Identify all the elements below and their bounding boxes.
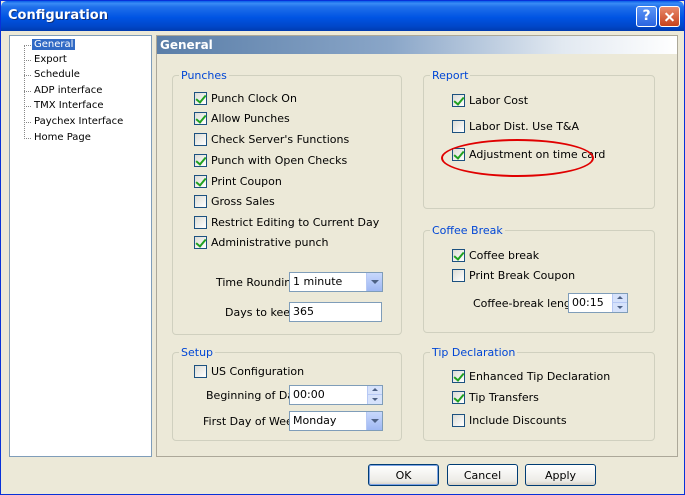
- checkbox-unchecked-icon: [194, 195, 207, 208]
- window-title: Configuration: [8, 8, 108, 23]
- days-to-keep-label: Days to keep: [225, 306, 297, 319]
- checkbox-checked-icon: [452, 249, 465, 262]
- ok-button[interactable]: OK: [368, 464, 439, 486]
- cancel-button[interactable]: Cancel: [447, 464, 518, 486]
- checkbox-unchecked-icon: [452, 120, 465, 133]
- tree-item-export[interactable]: Export: [24, 53, 69, 67]
- time-rounding-select[interactable]: 1 minute: [289, 272, 383, 292]
- coffee-break-length-spinner[interactable]: 00:15: [568, 293, 628, 313]
- spinner-arrows-icon[interactable]: [367, 386, 382, 404]
- checkbox-checked-icon: [452, 391, 465, 404]
- checkbox-unchecked-icon: [194, 365, 207, 378]
- checkbox-checked-icon: [452, 370, 465, 383]
- configuration-window: Configuration ? General Export Schedule …: [0, 0, 685, 495]
- checkbox-checked-icon: [194, 175, 207, 188]
- chevron-down-icon[interactable]: [366, 412, 382, 430]
- checkbox-checked-icon: [194, 154, 207, 167]
- first-day-of-week-select[interactable]: Monday: [289, 411, 383, 431]
- tree-item-general[interactable]: General: [24, 38, 76, 52]
- punches-group-title: Punches: [179, 69, 229, 82]
- coffee-break-group-title: Coffee Break: [430, 224, 505, 237]
- help-button[interactable]: ?: [636, 6, 657, 27]
- checkbox-checked-icon: [194, 92, 207, 105]
- checkbox-checked-icon: [452, 148, 465, 161]
- tree-item-tmx-interface[interactable]: TMX Interface: [24, 99, 106, 113]
- tip-declaration-group-title: Tip Declaration: [430, 346, 518, 359]
- panel-title: General: [157, 36, 677, 54]
- title-bar[interactable]: Configuration ?: [1, 1, 684, 31]
- spinner-arrows-icon[interactable]: [612, 294, 627, 312]
- checkbox-unchecked-icon: [452, 269, 465, 282]
- coffee-break-length-label: Coffee-break length: [473, 297, 583, 310]
- tree-item-paychex-interface[interactable]: Paychex Interface: [24, 115, 125, 129]
- report-group-title: Report: [430, 69, 471, 82]
- checkbox-unchecked-icon: [194, 133, 207, 146]
- checkbox-unchecked-icon: [452, 414, 465, 427]
- checkbox-unchecked-icon: [194, 216, 207, 229]
- beginning-of-day-label: Beginning of Day: [206, 389, 301, 402]
- tree-item-schedule[interactable]: Schedule: [24, 68, 82, 82]
- checkbox-checked-icon: [194, 236, 207, 249]
- tree-item-adp-interface[interactable]: ADP interface: [24, 84, 104, 98]
- close-button[interactable]: [659, 6, 680, 27]
- tree-item-home-page[interactable]: Home Page: [24, 131, 93, 145]
- time-rounding-label: Time Rounding: [216, 276, 299, 289]
- chevron-down-icon[interactable]: [366, 273, 382, 291]
- apply-button[interactable]: Apply: [525, 464, 596, 486]
- beginning-of-day-spinner[interactable]: 00:00: [289, 385, 383, 405]
- first-day-of-week-label: First Day of Week: [203, 415, 300, 428]
- config-tree: General Export Schedule ADP interface TM…: [9, 35, 152, 457]
- setup-group-title: Setup: [179, 346, 216, 359]
- days-to-keep-input[interactable]: 365: [289, 302, 382, 322]
- checkbox-checked-icon: [194, 112, 207, 125]
- checkbox-checked-icon: [452, 94, 465, 107]
